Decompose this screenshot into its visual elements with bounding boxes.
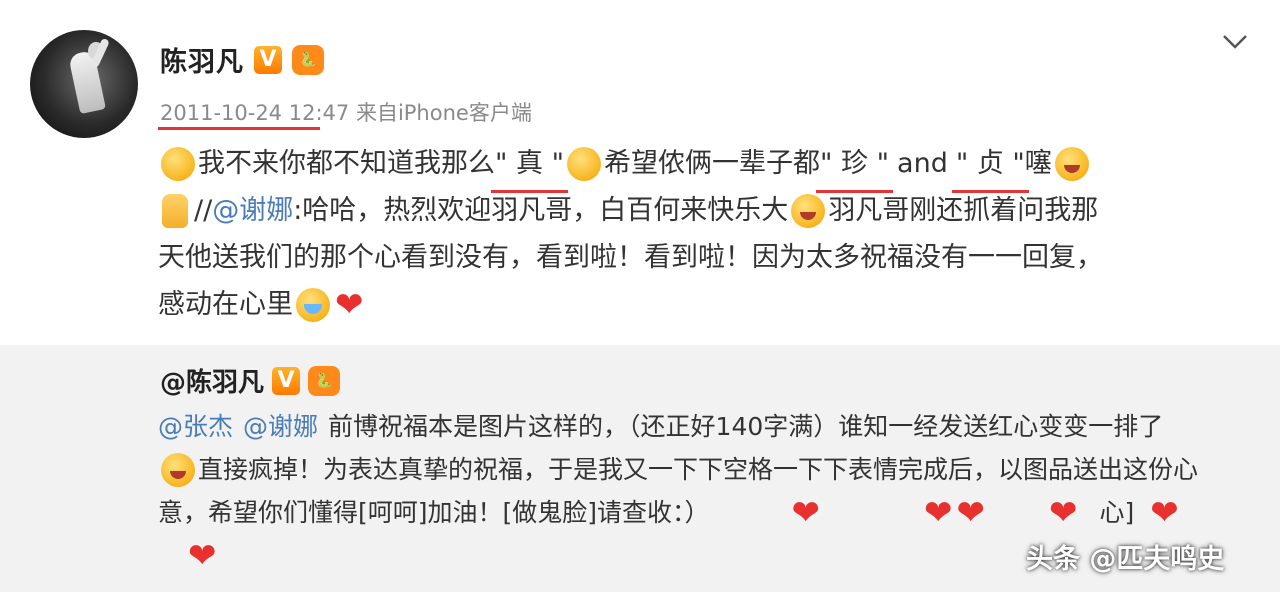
post-text: 噻 — [1024, 148, 1052, 179]
repost-author-header: @陈羽凡 V 🐍 — [160, 362, 341, 399]
repost-text: 意，希望你们懂得[呵呵]加油！[做鬼脸]请查收：） — [158, 498, 710, 527]
heart-icon: ❤ — [791, 492, 821, 533]
post-line-4: 感动在心里 ❤ — [158, 281, 1248, 328]
repost-line-3: 意，希望你们懂得[呵呵]加油！[做鬼脸]请查收：） ❤ ❤ ❤ ❤ 心] ❤ — [158, 491, 1248, 534]
highlight-keyword: " 珍 " — [816, 140, 894, 193]
heart-icon: ❤ — [188, 535, 217, 576]
heart-icon: ❤ — [1150, 492, 1179, 533]
post-text: 我不来你都不知道我那么 — [198, 148, 495, 179]
timestamp-underline — [158, 127, 320, 130]
post-source[interactable]: iPhone客户端 — [398, 101, 532, 125]
repost-line-2: 直接疯掉！为表达真挚的祝福，于是我又一下下空格一下下表情完成后，以图品送出这份心 — [158, 448, 1248, 491]
post-text: and — [897, 148, 948, 179]
post-line-2: // @谢娜 :哈哈，热烈欢迎羽凡哥，白百何来快乐大 羽凡哥刚还抓着问我那 — [158, 187, 1248, 234]
emoji-icon — [791, 193, 826, 228]
post-text: // — [194, 195, 213, 226]
mention-link[interactable]: @张杰 — [158, 405, 233, 448]
repost-line-1: @张杰 @谢娜 前博祝福本是图片这样的，（还正好140字满）谁知一经发送红心变变… — [158, 405, 1248, 448]
heart-icon: ❤ — [335, 284, 364, 325]
post-line-3: 天他送我们的那个心看到没有，看到啦！看到啦！因为太多祝福没有一一回复， — [158, 234, 1248, 281]
author-name[interactable]: 陈羽凡 — [160, 40, 244, 79]
highlight-keyword: " 真 " — [490, 140, 569, 193]
post-text: 希望侬俩一辈子都 — [604, 148, 821, 179]
emoji-icon — [567, 146, 602, 181]
post-text: 羽凡哥刚还抓着问我那 — [828, 195, 1099, 226]
emoji-icon — [296, 287, 330, 322]
heart-icon: ❤ — [924, 492, 953, 533]
chevron-down-icon[interactable] — [1222, 33, 1248, 51]
highlight-keyword: " 贞 " — [951, 140, 1029, 193]
emoji-icon — [1054, 146, 1089, 181]
repost-author-name[interactable]: @陈羽凡 — [160, 362, 264, 399]
heart-icon: ❤ — [1049, 492, 1078, 533]
verified-badge-icon: V — [272, 366, 301, 395]
author-avatar[interactable] — [30, 30, 138, 138]
emoji-icon — [161, 452, 195, 487]
heart-icon: ❤ — [956, 492, 986, 533]
post-meta: 2011-10-24 12:47 来自iPhone客户端 — [160, 97, 532, 127]
post-text: 天他送我们的那个心看到没有，看到啦！看到啦！因为太多祝福没有一一回复， — [158, 242, 1103, 273]
verified-badge-icon: V — [254, 45, 282, 74]
post-body: 我不来你都不知道我那么 " 真 " 希望侬俩一辈子都 " 珍 " and " 贞… — [158, 140, 1248, 328]
mention-link[interactable]: @谢娜 — [243, 405, 318, 448]
watermark: 头条 @匹夫鸣史 — [1026, 544, 1225, 575]
emoji-icon — [161, 146, 195, 181]
repost-text: 心] — [1099, 498, 1135, 527]
author-header: 陈羽凡 V 🐍 — [160, 40, 324, 79]
post-timestamp[interactable]: 2011-10-24 12:47 — [160, 101, 349, 125]
member-badge-icon: 🐍 — [292, 44, 324, 75]
member-badge-icon: 🐍 — [308, 365, 341, 396]
repost-text: 直接疯掉！为表达真挚的祝福，于是我又一下下空格一下下表情完成后，以图品送出这份心 — [198, 455, 1199, 484]
repost-text: 前博祝福本是图片这样的，（还正好140字满）谁知一经发送红心变变一排了 — [328, 412, 1164, 441]
post-text: :哈哈，热烈欢迎羽凡哥，白百何来快乐大 — [293, 195, 789, 226]
post-text: 感动在心里 — [158, 289, 293, 320]
thumbs-up-icon — [162, 193, 188, 228]
post-line-1: 我不来你都不知道我那么 " 真 " 希望侬俩一辈子都 " 珍 " and " 贞… — [158, 140, 1248, 193]
source-prefix: 来自 — [355, 101, 398, 125]
mention-link[interactable]: @谢娜 — [212, 187, 293, 234]
